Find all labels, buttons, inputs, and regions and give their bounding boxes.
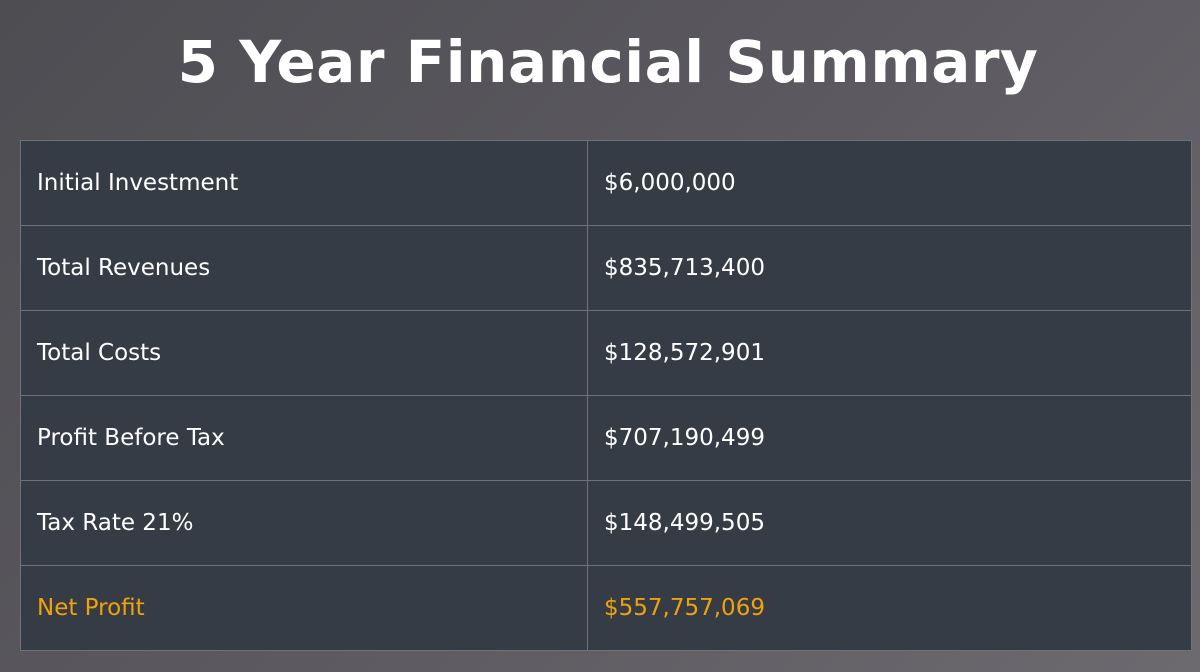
row-label: Profit Before Tax [20,395,588,481]
row-label: Total Costs [20,310,588,396]
net-profit-value: $557,757,069 [587,565,1192,651]
table-row: Total Costs $128,572,901 [20,310,1192,396]
row-value: $128,572,901 [587,310,1192,396]
row-value: $835,713,400 [587,225,1192,311]
row-value: $148,499,505 [587,480,1192,566]
table-row: Total Revenues $835,713,400 [20,225,1192,311]
table-row: Profit Before Tax $707,190,499 [20,395,1192,481]
financial-summary-table: Initial Investment $6,000,000 Total Reve… [20,140,1192,651]
page-title: 5 Year Financial Summary [177,28,1039,96]
row-value: $707,190,499 [587,395,1192,481]
net-profit-row: Net Profit $557,757,069 [20,565,1192,651]
row-label: Tax Rate 21% [20,480,588,566]
row-label: Initial Investment [20,140,588,226]
table-row: Initial Investment $6,000,000 [20,140,1192,226]
table-row: Tax Rate 21% $148,499,505 [20,480,1192,566]
net-profit-label: Net Profit [20,565,588,651]
row-value: $6,000,000 [587,140,1192,226]
row-label: Total Revenues [20,225,588,311]
